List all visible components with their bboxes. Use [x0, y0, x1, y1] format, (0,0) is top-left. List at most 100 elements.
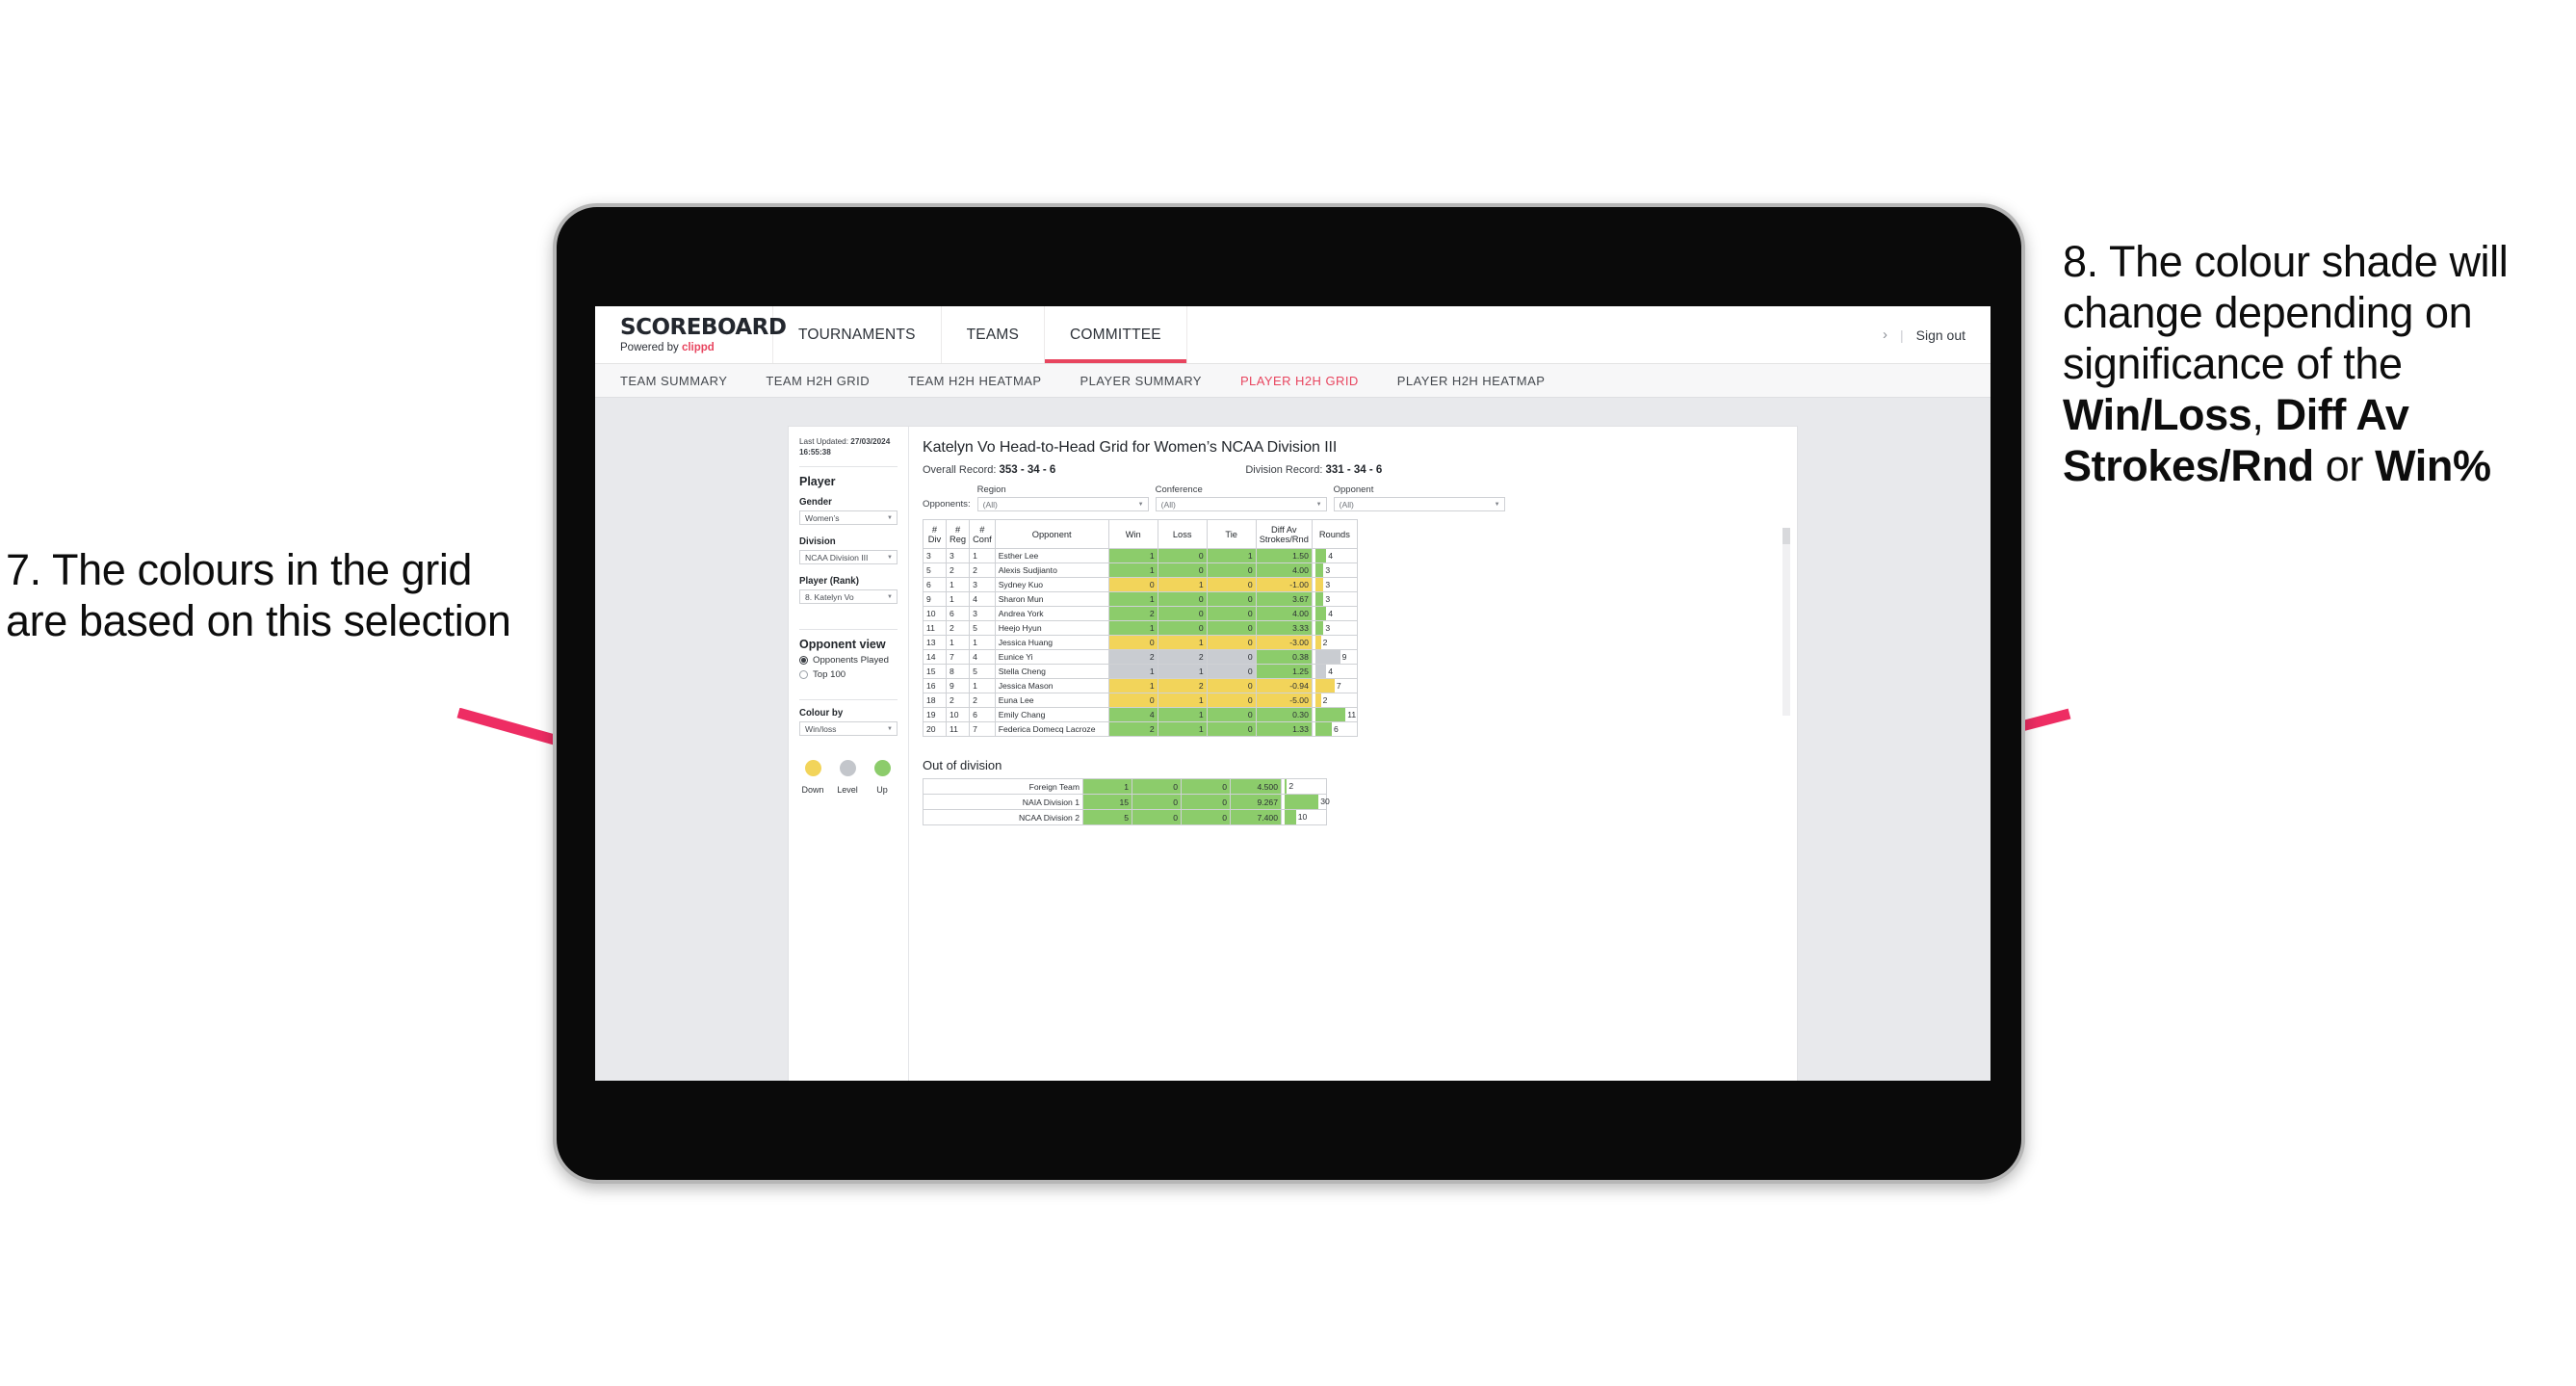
table-row[interactable]: 19 10 6 Emily Chang 4 1 0 0.30 11: [923, 707, 1358, 722]
radio-top-100[interactable]: Top 100: [799, 669, 898, 680]
rounds-value: 4: [1328, 667, 1334, 676]
subnav-player-h2h-grid[interactable]: PLAYER H2H GRID: [1240, 374, 1378, 388]
col-header-loss[interactable]: Loss: [1157, 519, 1208, 549]
table-row[interactable]: 10 6 3 Andrea York 2 0 0 4.00 4: [923, 606, 1358, 621]
nav-committee[interactable]: COMMITTEE: [1045, 306, 1187, 363]
sign-out-link[interactable]: Sign out: [1916, 327, 1965, 343]
rounds-bar: [1285, 795, 1319, 809]
table-row[interactable]: 18 2 2 Euna Lee 0 1 0 -5.00 2: [923, 693, 1358, 708]
rounds-bar: [1314, 578, 1324, 591]
cell-rounds: 2: [1281, 778, 1327, 795]
col-header-tie[interactable]: Tie: [1206, 519, 1257, 549]
cell-div: 20: [923, 721, 947, 737]
player-rank-value: 8. Katelyn Vo: [805, 591, 854, 602]
gender-label: Gender: [799, 497, 832, 509]
colour-by-value: Win/loss: [805, 723, 837, 734]
cell-opp: Emily Chang: [994, 707, 1109, 722]
gender-dropdown[interactable]: Women’s ▼: [799, 510, 898, 526]
cell-rounds: 3: [1311, 562, 1358, 578]
radio-opponents-played[interactable]: Opponents Played: [799, 655, 898, 666]
cell-tie: 0: [1206, 693, 1257, 708]
table-row[interactable]: 13 1 1 Jessica Huang 0 1 0 -3.00 2: [923, 635, 1358, 650]
player-rank-dropdown[interactable]: 8. Katelyn Vo ▼: [799, 589, 898, 605]
table-row[interactable]: 9 1 4 Sharon Mun 1 0 0 3.67 3: [923, 591, 1358, 607]
cell-name: Foreign Team: [923, 778, 1083, 795]
table-row[interactable]: 16 9 1 Jessica Mason 1 2 0 -0.94 7: [923, 678, 1358, 693]
table-row[interactable]: 20 11 7 Federica Domecq Lacroze 2 1 0 1.33 6: [923, 721, 1358, 737]
rounds-bar: [1314, 549, 1327, 562]
cell-loss: 1: [1157, 635, 1208, 650]
rounds-bar-cell: 10: [1285, 810, 1323, 824]
cell-loss: 0: [1157, 606, 1208, 621]
col-header-diff[interactable]: Diff Av Strokes/Rnd: [1255, 519, 1313, 549]
nav-teams[interactable]: TEAMS: [942, 306, 1046, 363]
cell-opp: Jessica Mason: [994, 678, 1109, 693]
annot-8-mid1: ,: [2251, 390, 2276, 440]
opponent-filters: Opponents: Region (All) ▼ Conference (Al…: [923, 484, 1782, 511]
rounds-bar-cell: 2: [1285, 779, 1323, 794]
cell-win: 15: [1082, 794, 1132, 810]
filter-region-value: (All): [982, 499, 998, 510]
table-row[interactable]: 5 2 2 Alexis Sudjianto 1 0 0 4.00 3: [923, 562, 1358, 578]
signout-group: › | Sign out: [1883, 306, 1991, 363]
table-row[interactable]: 14 7 4 Eunice Yi 2 2 0 0.38 9: [923, 649, 1358, 665]
filter-region-dropdown[interactable]: (All) ▼: [976, 497, 1149, 511]
chevron-right-icon[interactable]: ›: [1883, 327, 1887, 343]
cell-div: 15: [923, 664, 947, 679]
colour-legend: Down Level Up: [799, 760, 898, 795]
subnav-team-h2h-grid[interactable]: TEAM H2H GRID: [766, 374, 889, 388]
cell-win: 1: [1082, 778, 1132, 795]
rounds-bar: [1314, 708, 1346, 721]
table-row[interactable]: 3 3 1 Esther Lee 1 0 1 1.50 4: [923, 548, 1358, 563]
subnav-player-h2h-heatmap[interactable]: PLAYER H2H HEATMAP: [1397, 374, 1565, 388]
cell-tie: 0: [1206, 649, 1257, 665]
cell-reg: 2: [945, 562, 971, 578]
nav-tournaments[interactable]: TOURNAMENTS: [773, 306, 942, 363]
cell-div: 11: [923, 620, 947, 636]
rounds-value: 3: [1325, 565, 1331, 575]
vertical-scrollbar[interactable]: [1782, 528, 1790, 716]
rounds-value: 3: [1325, 623, 1331, 633]
col-header-conf[interactable]: # Conf: [969, 519, 996, 549]
cell-diff: -1.00: [1255, 577, 1313, 592]
table-row[interactable]: 15 8 5 Stella Cheng 1 1 0 1.25 4: [923, 664, 1358, 679]
player-rank-label: Player (Rank): [799, 576, 859, 588]
player-heading: Player: [799, 475, 836, 489]
col-header-div[interactable]: # Div: [923, 519, 947, 549]
rounds-value: 6: [1334, 724, 1339, 734]
col-header-reg[interactable]: # Reg: [945, 519, 971, 549]
subnav-player-summary[interactable]: PLAYER SUMMARY: [1080, 374, 1220, 388]
filter-conference-dropdown[interactable]: (All) ▼: [1155, 497, 1327, 511]
col-header-opp[interactable]: Opponent: [994, 519, 1109, 549]
colour-by-dropdown[interactable]: Win/loss ▼: [799, 721, 898, 737]
table-row[interactable]: 11 2 5 Heejo Hyun 1 0 0 3.33 3: [923, 620, 1358, 636]
cell-tie: 0: [1181, 794, 1231, 810]
out-of-division-row[interactable]: NCAA Division 2 5 0 0 7.400 10: [923, 809, 1327, 825]
opponents-label: Opponents:: [923, 499, 971, 510]
division-value: NCAA Division III: [805, 552, 869, 562]
subnav-team-h2h-heatmap[interactable]: TEAM H2H HEATMAP: [908, 374, 1060, 388]
division-record: Division Record: 331 - 34 - 6: [1245, 464, 1382, 476]
filter-opponent: Opponent (All) ▼: [1333, 484, 1505, 511]
out-of-division-row[interactable]: Foreign Team 1 0 0 4.500 2: [923, 778, 1327, 795]
division-dropdown[interactable]: NCAA Division III ▼: [799, 550, 898, 565]
table-row[interactable]: 6 1 3 Sydney Kuo 0 1 0 -1.00 3: [923, 577, 1358, 592]
cell-conf: 3: [969, 606, 996, 621]
filter-opponent-dropdown[interactable]: (All) ▼: [1333, 497, 1505, 511]
table-body: 3 3 1 Esther Lee 1 0 1 1.50 4 5 2 2 Alexis Sudjianto…: [923, 548, 1358, 737]
subnav-team-summary[interactable]: TEAM SUMMARY: [620, 374, 746, 388]
col-header-win[interactable]: Win: [1107, 519, 1158, 549]
cell-diff: 3.33: [1255, 620, 1313, 636]
cell-diff: 1.33: [1255, 721, 1313, 737]
scrollbar-thumb[interactable]: [1782, 528, 1790, 544]
col-header-rounds[interactable]: Rounds: [1311, 519, 1358, 549]
cell-conf: 3: [969, 577, 996, 592]
cell-reg: 10: [945, 707, 971, 722]
cell-win: 4: [1107, 707, 1158, 722]
brand-logo[interactable]: SCOREBOARD Powered by clippd: [595, 306, 787, 363]
cell-win: 5: [1082, 809, 1132, 825]
out-of-division-row[interactable]: NAIA Division 1 15 0 0 9.267 30: [923, 794, 1330, 810]
rounds-bar: [1314, 650, 1340, 664]
record-row: Overall Record: 353 - 34 - 6 Division Re…: [923, 464, 1782, 476]
